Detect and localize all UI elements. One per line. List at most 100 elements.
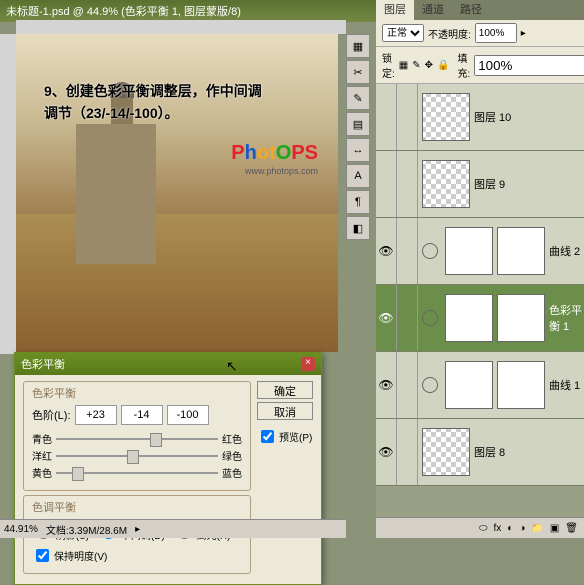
panel-tabs: 图层 通道 路径 bbox=[376, 0, 584, 20]
lock-trans-icon[interactable]: ▦ bbox=[399, 60, 408, 71]
blend-row: 正常 不透明度: ▸ bbox=[376, 20, 584, 47]
slider-track[interactable] bbox=[56, 472, 218, 474]
lock-label: 锁定: bbox=[382, 50, 395, 80]
chevron-right-icon[interactable]: ▸ bbox=[521, 28, 526, 39]
layer-mask-thumbnail[interactable] bbox=[497, 361, 545, 409]
color-balance-group: 色彩平衡 色阶(L): 青色红色洋红绿色黄色蓝色 bbox=[23, 381, 251, 491]
nav-tool-icon[interactable]: ▦ bbox=[346, 34, 370, 58]
tool-icon[interactable]: ↔ bbox=[346, 138, 370, 162]
tool-icon[interactable]: ✂ bbox=[346, 60, 370, 84]
layer-mask-thumbnail[interactable] bbox=[497, 294, 545, 342]
visibility-toggle[interactable]: 👁 bbox=[376, 311, 396, 325]
layer-thumbnail[interactable] bbox=[445, 361, 493, 409]
level-input-2[interactable] bbox=[121, 405, 163, 425]
layer-thumbnail[interactable] bbox=[422, 160, 470, 208]
ok-button[interactable]: 确定 bbox=[257, 381, 313, 399]
trash-icon[interactable]: 🗑 bbox=[565, 523, 578, 534]
type-tool-icon[interactable]: A bbox=[346, 164, 370, 188]
tab-channels[interactable]: 通道 bbox=[414, 0, 452, 20]
tab-layers[interactable]: 图层 bbox=[376, 0, 414, 20]
lock-paint-icon[interactable]: ✎ bbox=[412, 60, 420, 71]
ruler-horizontal[interactable] bbox=[16, 20, 346, 35]
link-column[interactable] bbox=[396, 218, 418, 284]
opacity-input[interactable] bbox=[475, 23, 517, 43]
preview-checkbox[interactable]: 预览(P) bbox=[257, 427, 313, 446]
chevron-right-icon[interactable]: ▸ bbox=[135, 524, 140, 535]
layer-row[interactable]: 👁 曲线 2 bbox=[376, 218, 584, 285]
color-balance-dialog: 色彩平衡 × 色彩平衡 色阶(L): 青色红色洋红绿色黄色蓝色 色调平衡 阴影(… bbox=[14, 352, 322, 585]
tab-paths[interactable]: 路径 bbox=[452, 0, 490, 20]
link-column[interactable] bbox=[396, 285, 418, 351]
layer-row[interactable]: 图层 10 bbox=[376, 84, 584, 151]
opacity-label: 不透明度: bbox=[428, 26, 471, 41]
tool-icon[interactable]: ✎ bbox=[346, 86, 370, 110]
slider-thumb[interactable] bbox=[150, 433, 162, 447]
layer-thumbnail[interactable] bbox=[445, 294, 493, 342]
layer-row[interactable]: 图层 9 bbox=[376, 151, 584, 218]
layer-name[interactable]: 曲线 2 bbox=[549, 243, 584, 259]
level-input-3[interactable] bbox=[167, 405, 209, 425]
slider-thumb[interactable] bbox=[127, 450, 139, 464]
close-icon[interactable]: × bbox=[301, 357, 315, 371]
folder-icon[interactable]: 📁 bbox=[531, 523, 543, 534]
doc-size: 文档:3.39M/28.6M bbox=[46, 522, 127, 537]
adjustment-icon[interactable]: ◑ bbox=[519, 523, 525, 534]
link-icon[interactable]: ⬭ bbox=[479, 523, 488, 534]
adjustment-layer-icon bbox=[422, 377, 438, 393]
layer-thumbnail[interactable] bbox=[422, 93, 470, 141]
layer-thumbnail[interactable] bbox=[445, 227, 493, 275]
fill-input[interactable] bbox=[474, 55, 584, 76]
link-column[interactable] bbox=[396, 151, 418, 217]
lock-row: 锁定: ▦ ✎ ✥ 🔒 填充: ▸ bbox=[376, 47, 584, 84]
layers-panel: 图层 通道 路径 正常 不透明度: ▸ 锁定: ▦ ✎ ✥ 🔒 填充: ▸ 图层… bbox=[376, 0, 584, 538]
preserve-luminosity-checkbox[interactable]: 保持明度(V) bbox=[32, 546, 242, 565]
layer-name[interactable]: 图层 10 bbox=[474, 109, 584, 125]
slider-right-label: 蓝色 bbox=[222, 465, 242, 480]
layer-name[interactable]: 曲线 1 bbox=[549, 377, 584, 393]
visibility-toggle[interactable]: 👁 bbox=[376, 445, 396, 459]
slider-left-label: 洋红 bbox=[32, 448, 52, 463]
layer-name[interactable]: 色彩平衡 1 bbox=[549, 302, 584, 334]
zoom-level[interactable]: 44.91% bbox=[4, 524, 38, 535]
slider-thumb[interactable] bbox=[72, 467, 84, 481]
ruler-vertical[interactable] bbox=[0, 34, 17, 354]
lock-move-icon[interactable]: ✥ bbox=[425, 60, 433, 71]
blend-mode-select[interactable]: 正常 bbox=[382, 24, 424, 42]
layer-mask-thumbnail[interactable] bbox=[497, 227, 545, 275]
slider-left-label: 黄色 bbox=[32, 465, 52, 480]
mask-icon[interactable]: ◐ bbox=[507, 523, 513, 534]
tool-icon[interactable]: ▤ bbox=[346, 112, 370, 136]
lock-all-icon[interactable]: 🔒 bbox=[437, 60, 449, 71]
tool-icon[interactable]: ¶ bbox=[346, 190, 370, 214]
slider-track[interactable] bbox=[56, 438, 218, 440]
slider-track[interactable] bbox=[56, 455, 218, 457]
levels-row: 色阶(L): bbox=[32, 405, 242, 425]
visibility-toggle[interactable]: 👁 bbox=[376, 378, 396, 392]
cancel-button[interactable]: 取消 bbox=[257, 402, 313, 420]
tool-icon[interactable]: ◧ bbox=[346, 216, 370, 240]
status-bar: 44.91% 文档:3.39M/28.6M ▸ bbox=[0, 519, 346, 538]
castle-body bbox=[76, 124, 156, 264]
link-column[interactable] bbox=[396, 352, 418, 418]
level-label: 色阶(L): bbox=[32, 407, 71, 423]
logo-url: www.photops.com bbox=[245, 166, 318, 176]
adjustment-layer-icon bbox=[422, 310, 438, 326]
layer-thumbnail[interactable] bbox=[422, 428, 470, 476]
fill-label: 填充: bbox=[457, 50, 470, 80]
photops-logo: PhotOPS bbox=[231, 142, 318, 165]
canvas-area[interactable]: 9、创建色彩平衡调整层，作中间调 调节（23/-14/-100）。 PhotOP… bbox=[16, 34, 338, 352]
dialog-titlebar[interactable]: 色彩平衡 × bbox=[15, 353, 321, 375]
link-column[interactable] bbox=[396, 84, 418, 150]
layer-row[interactable]: 👁 色彩平衡 1 bbox=[376, 285, 584, 352]
layer-row[interactable]: 👁 曲线 1 bbox=[376, 352, 584, 419]
visibility-toggle[interactable]: 👁 bbox=[376, 244, 396, 258]
fx-icon[interactable]: fx bbox=[494, 523, 502, 534]
layer-name[interactable]: 图层 9 bbox=[474, 176, 584, 192]
layer-name[interactable]: 图层 8 bbox=[474, 444, 584, 460]
side-toolbar: ▦ ✂ ✎ ▤ ↔ A ¶ ◧ bbox=[346, 34, 368, 240]
layers-list: 图层 10 图层 9 👁 曲线 2 👁 色彩平衡 1 👁 曲线 1 👁 图层 8 bbox=[376, 84, 584, 517]
link-column[interactable] bbox=[396, 419, 418, 485]
level-input-1[interactable] bbox=[75, 405, 117, 425]
new-layer-icon[interactable]: ▣ bbox=[550, 523, 559, 534]
layer-row[interactable]: 👁 图层 8 bbox=[376, 419, 584, 486]
